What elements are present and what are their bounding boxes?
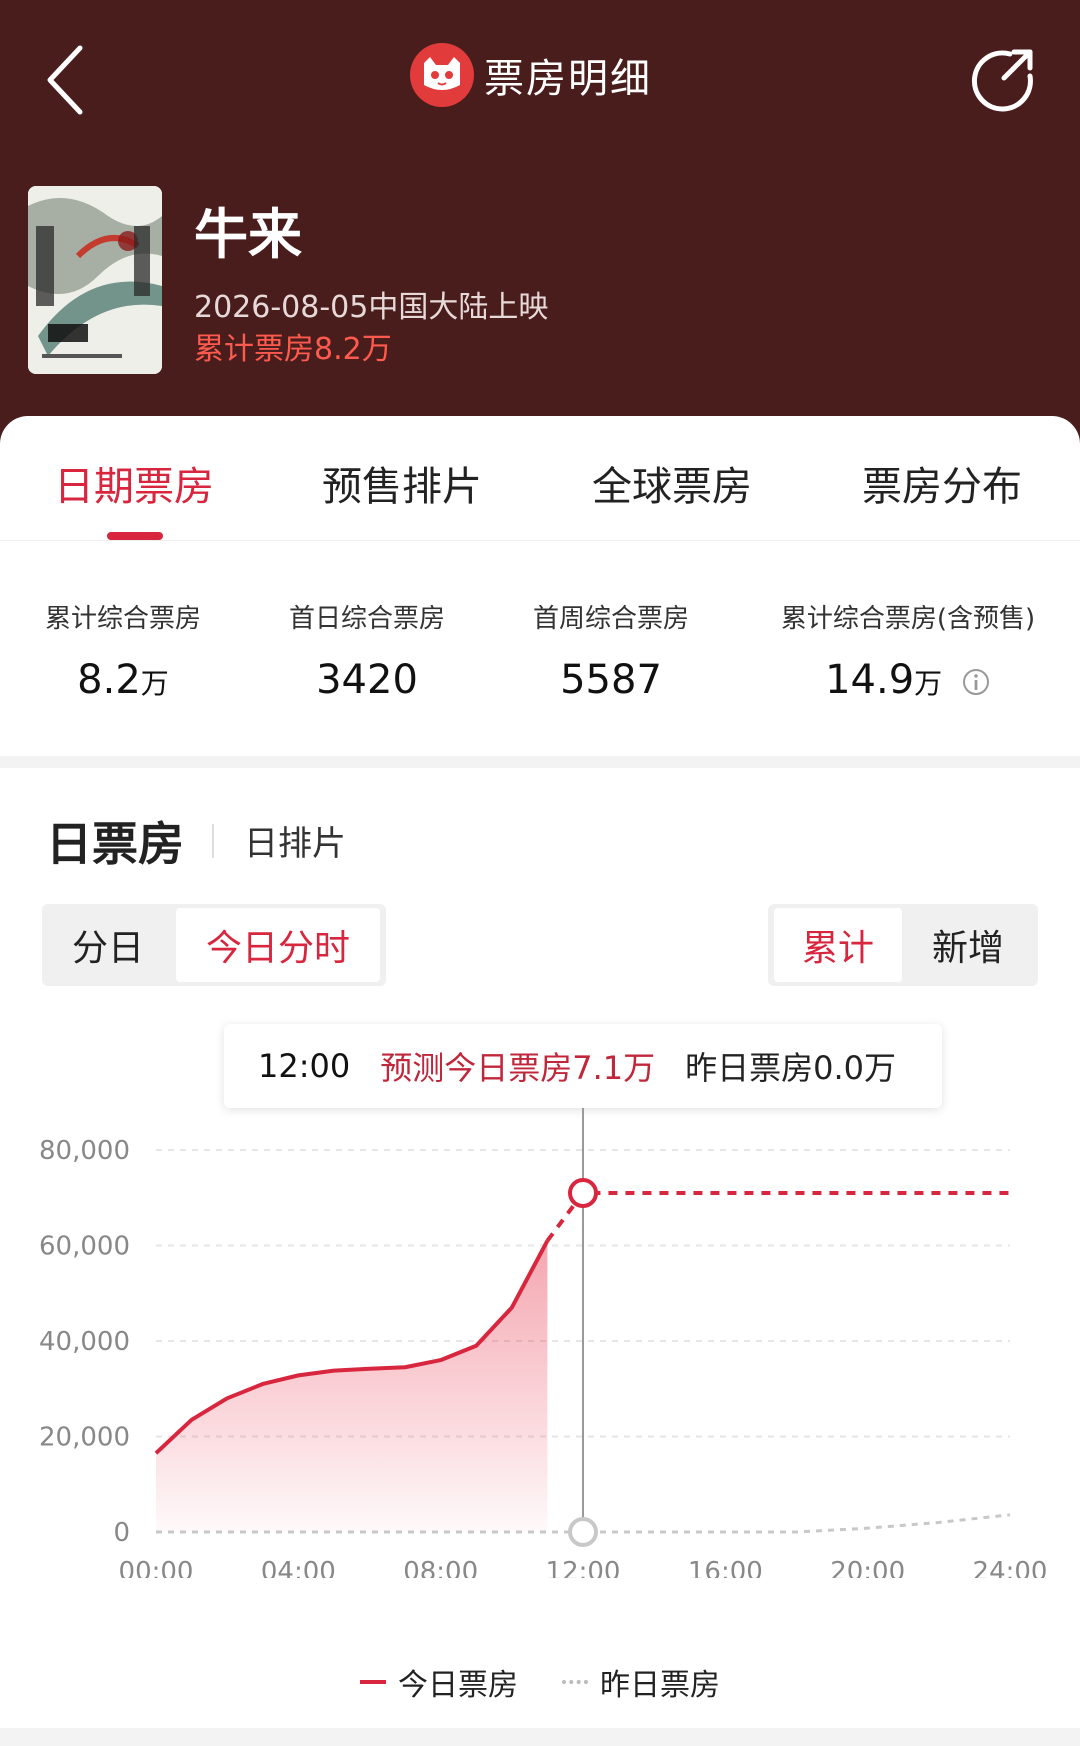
hourly-box-office-chart[interactable]: 80,000 60,000 40,000 20,000 0 00:00 04:00 08:00… <box>0 1108 1080 1578</box>
x-tick-label: 16:00 <box>688 1557 763 1578</box>
section-divider <box>212 824 214 858</box>
legend-yesterday-swatch <box>562 1680 588 1684</box>
segment-cumulative[interactable]: 累计 <box>774 908 902 982</box>
tab-daily-box-office[interactable]: 日期票房 <box>54 454 214 512</box>
movie-name: 牛来 <box>194 203 302 266</box>
y-tick-label: 80,000 <box>39 1136 130 1166</box>
movie-poster[interactable] <box>28 186 162 374</box>
header: 票房明细 牛来 2026-08-05中国大陆上映 累计票房8.2万 <box>0 0 1080 470</box>
x-tick-label: 12:00 <box>546 1557 621 1578</box>
tab-presale-schedule[interactable]: 预售排片 <box>322 454 482 512</box>
stat-first-day: 首日综合票房 3420 <box>282 598 452 703</box>
stat-label: 累计综合票房 <box>44 604 201 634</box>
x-tick-label: 00:00 <box>119 1557 194 1578</box>
x-tick-label: 20:00 <box>830 1557 905 1578</box>
today-forecast-line <box>545 1190 1010 1242</box>
y-tick-label: 0 <box>113 1518 130 1548</box>
release-date: 2026-08-05中国大陆上映 <box>194 290 549 325</box>
legend-yesterday-label: 昨日票房 <box>600 1668 720 1703</box>
cat-logo-icon <box>410 43 474 107</box>
stat-label: 首日综合票房 <box>288 604 445 634</box>
x-tick-label: 08:00 <box>403 1557 478 1578</box>
segment-increment[interactable]: 新增 <box>904 908 1032 982</box>
summary-card: 日期票房 预售排片 全球票房 票房分布 累计综合票房 8.2万 首日综合票房 3… <box>0 416 1080 756</box>
section-title[interactable]: 日票房 <box>46 808 184 874</box>
stat-first-week: 首周综合票房 5587 <box>526 598 696 703</box>
chart-tooltip: 12:00 预测今日票房7.1万 昨日票房0.0万 <box>224 1024 942 1108</box>
tab-box-office-distribution[interactable]: 票房分布 <box>862 454 1022 512</box>
stat-value: 8.2万 <box>77 657 169 703</box>
active-tab-indicator <box>107 532 163 540</box>
stat-value: 14.9万 <box>770 657 1046 703</box>
stat-value: 3420 <box>316 657 418 703</box>
page-title: 票房明细 <box>484 56 652 102</box>
stat-value: 5587 <box>560 657 662 703</box>
back-icon[interactable] <box>40 40 100 120</box>
stat-label: 首周综合票房 <box>532 604 689 634</box>
stat-cumulative: 累计综合票房 8.2万 <box>38 598 208 703</box>
tab-global-box-office[interactable]: 全球票房 <box>592 454 752 512</box>
today-marker <box>568 1177 598 1208</box>
x-tick-label: 04:00 <box>261 1557 336 1578</box>
info-icon[interactable] <box>961 667 991 697</box>
total-box-office: 累计票房8.2万 <box>194 332 392 367</box>
legend-today-swatch <box>360 1680 386 1684</box>
section-daily-schedule[interactable]: 日排片 <box>244 816 346 865</box>
chart-legend: 今日票房 昨日票房 <box>360 1660 720 1704</box>
x-tick-label: 24:00 <box>973 1557 1048 1578</box>
stat-cumulative-with-presale: 累计综合票房(含预售) 14.9万 <box>770 598 1046 703</box>
segment-by-day[interactable]: 分日 <box>48 908 168 982</box>
y-tick-label: 40,000 <box>39 1327 130 1357</box>
view-mode-toggle: 分日 今日分时 <box>42 904 386 986</box>
metric-toggle: 累计 新增 <box>768 904 1038 986</box>
today-area <box>156 1240 548 1532</box>
share-icon[interactable] <box>970 44 1038 112</box>
yesterday-marker <box>568 1517 598 1547</box>
stat-label: 累计综合票房(含预售) <box>780 604 1036 634</box>
legend-today-label: 今日票房 <box>398 1668 518 1703</box>
tab-bar: 日期票房 预售排片 全球票房 票房分布 <box>0 416 1080 541</box>
y-tick-label: 20,000 <box>39 1423 130 1453</box>
tooltip-yesterday: 昨日票房0.0万 <box>685 1049 897 1087</box>
tooltip-time: 12:00 <box>258 1047 351 1085</box>
y-tick-label: 60,000 <box>39 1232 130 1262</box>
segment-today-hourly[interactable]: 今日分时 <box>176 908 380 982</box>
chart-card: 日票房 日排片 分日 今日分时 累计 新增 12:00 预测今日票房7.1万 昨… <box>0 768 1080 1728</box>
brand: 票房明细 <box>410 40 652 110</box>
tooltip-predicted: 预测今日票房7.1万 <box>380 1049 656 1087</box>
